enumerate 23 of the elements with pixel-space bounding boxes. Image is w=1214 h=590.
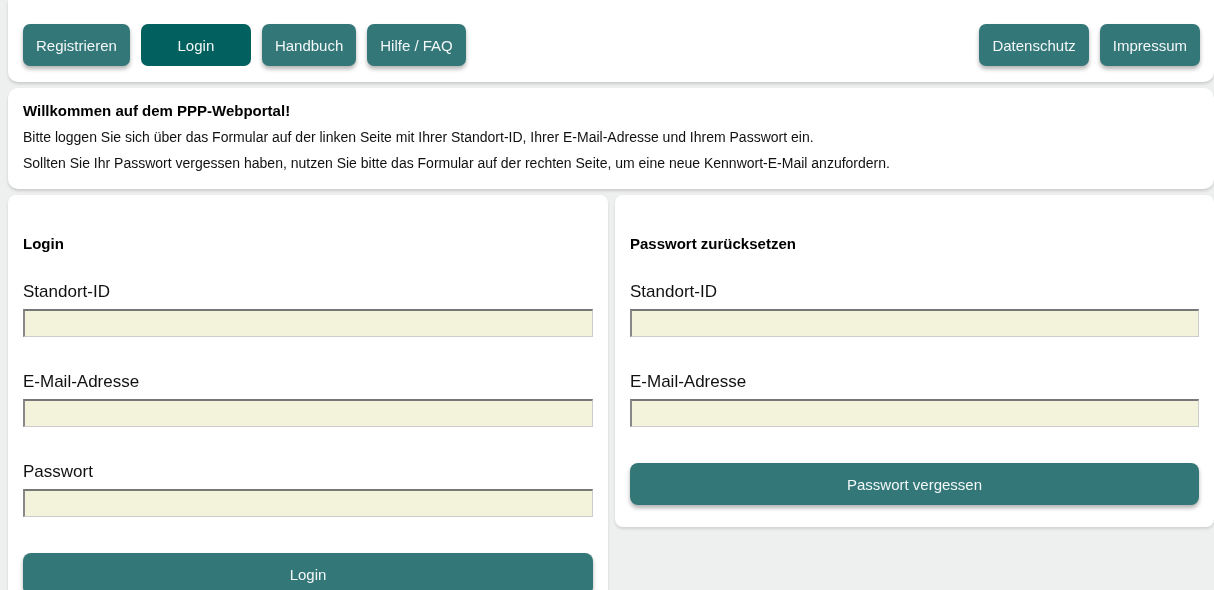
nav-button[interactable]: Registrieren [23,24,130,66]
nav-button[interactable]: Handbuch [261,24,357,66]
input-field[interactable] [23,399,593,427]
field-label: E-Mail-Adresse [23,372,140,392]
field-label: Passwort [23,462,93,482]
input-field[interactable] [23,489,593,517]
field-label: Standort-ID [630,282,717,302]
welcome-title: Willkommen auf dem PPP-Webportal! [23,102,292,119]
nav-button[interactable]: Datenschutz [979,24,1089,66]
submit-button[interactable]: Login [23,553,593,590]
nav-button[interactable]: Hilfe / FAQ [367,24,466,66]
input-field[interactable] [630,309,1199,337]
form-title: Passwort zurücksetzen [630,235,797,252]
form-title: Login [23,235,65,252]
field-label: E-Mail-Adresse [630,372,747,392]
input-field[interactable] [23,309,593,337]
nav-button[interactable]: Impressum [1099,24,1200,66]
welcome-text: Sollten Sie Ihr Passwort vergessen haben, nutzen Sie bitte das Formular auf der rechten Seite, um eine neue Kennwort-E-Mail anzufordern. [23,155,891,171]
field-label: Standort-ID [23,282,110,302]
submit-button[interactable]: Passwort vergessen [630,463,1199,505]
input-field[interactable] [630,399,1199,427]
nav-button[interactable]: Login [140,24,251,66]
welcome-text: Bitte loggen Sie sich über das Formular auf der linken Seite mit Ihrer Standort-ID, Ihrer E-Mail-Adresse und Ihrem Passwort ein. [23,129,815,145]
